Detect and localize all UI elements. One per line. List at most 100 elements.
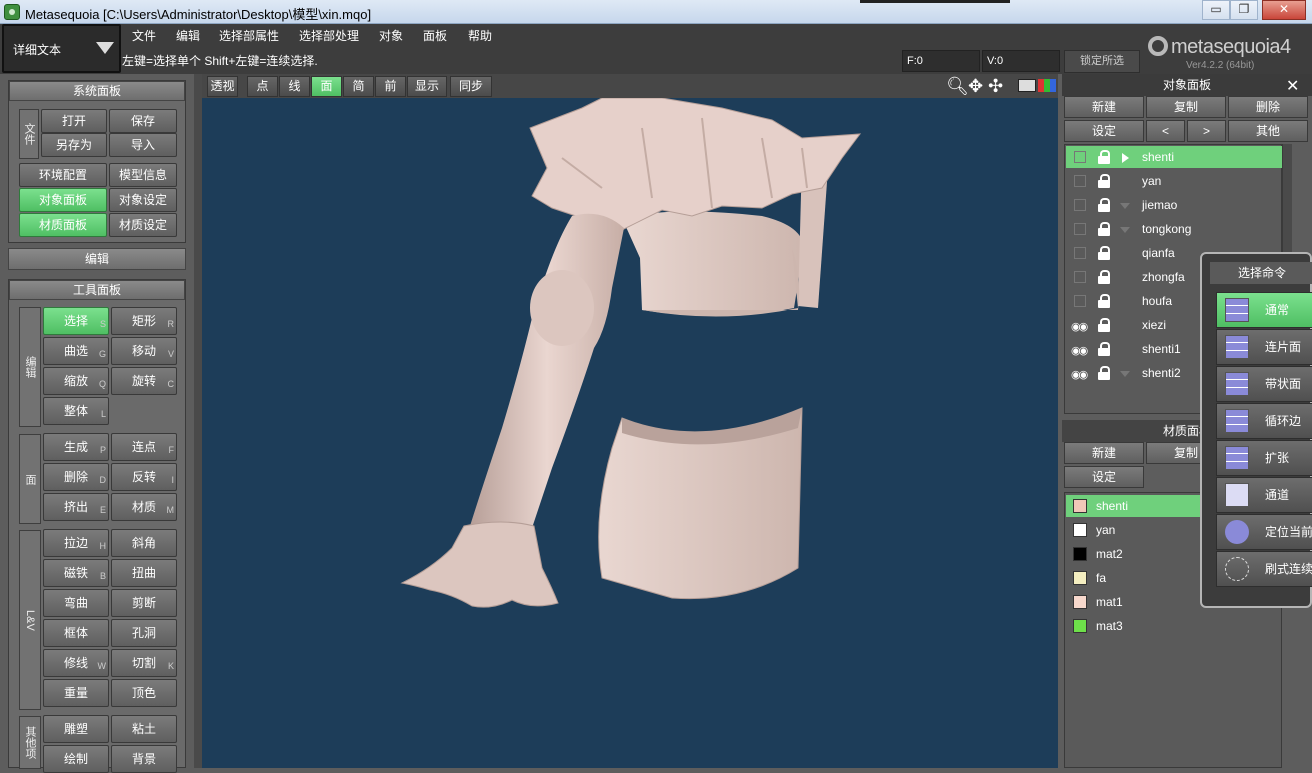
tool-button[interactable]: 修线 W [43,649,109,677]
selection-mode-button[interactable]: 带状面 [1216,366,1312,402]
chevron-right-icon[interactable] [1122,153,1129,163]
system-panel-title[interactable]: 系统面板 [9,81,185,101]
tool-button[interactable]: 反转 I [111,463,177,491]
save-button[interactable]: 保存 [109,109,177,133]
visibility-checkbox[interactable] [1074,151,1086,163]
selection-mode-button[interactable]: 通道 [1216,477,1312,513]
object-settings-button[interactable]: 设定 [1064,120,1144,142]
rotate-view-icon[interactable]: ✣ [988,76,1003,97]
tool-button[interactable]: 扭曲 [111,559,177,587]
tool-button[interactable]: 生成 P [43,433,109,461]
visible-eye-icon[interactable]: ◉◉ [1071,364,1088,386]
menu-file[interactable]: 文件 [123,24,165,48]
lock-icon[interactable] [1098,270,1110,284]
left-panel-scrollbar[interactable] [194,74,202,768]
object-panel-toggle[interactable]: 对象面板 [19,188,107,212]
menu-edit[interactable]: 编辑 [167,24,209,48]
menu-help[interactable]: 帮助 [459,24,501,48]
menu-selection-props[interactable]: 选择部属性 [210,24,288,48]
menu-object[interactable]: 对象 [370,24,412,48]
zoom-icon[interactable]: 🔍︎ [946,76,969,97]
tool-button[interactable]: 背景 [111,745,177,773]
tool-button[interactable]: 材质 M [111,493,177,521]
screen-layout-icon[interactable] [1018,79,1036,92]
tool-button[interactable]: 挤出 E [43,493,109,521]
close-button[interactable]: ✕ [1262,0,1306,20]
visibility-checkbox[interactable] [1074,199,1086,211]
lock-icon[interactable] [1098,294,1110,308]
lock-icon[interactable] [1098,222,1110,236]
pan-icon[interactable]: ✥ [968,76,983,97]
tool-button[interactable]: 缩放 Q [43,367,109,395]
visible-eye-icon[interactable]: ◉◉ [1071,316,1088,338]
object-next-button[interactable]: > [1187,120,1226,142]
visibility-checkbox[interactable] [1074,223,1086,235]
menu-panel[interactable]: 面板 [414,24,456,48]
mode-selector[interactable]: 详细文本 [2,24,121,73]
open-button[interactable]: 打开 [41,109,107,133]
tool-button[interactable]: 斜角 [111,529,177,557]
material-settings-button[interactable]: 设定 [1064,466,1144,488]
view-perspective[interactable]: 透视 [207,76,238,97]
tool-button[interactable]: 孔洞 [111,619,177,647]
visible-eye-icon[interactable]: ◉◉ [1071,340,1088,362]
tool-panel-title[interactable]: 工具面板 [9,280,185,300]
object-settings-button[interactable]: 对象设定 [109,188,177,212]
visibility-checkbox[interactable] [1074,175,1086,187]
3d-viewport[interactable] [202,98,1058,768]
tool-button[interactable]: 矩形 R [111,307,177,335]
selection-mode-button[interactable]: 扩张 [1216,440,1312,476]
tool-button[interactable]: 弯曲 [43,589,109,617]
view-front[interactable]: 前 [375,76,406,97]
lock-icon[interactable] [1098,198,1110,212]
tool-button[interactable]: 磁铁 B [43,559,109,587]
object-prev-button[interactable]: < [1146,120,1185,142]
visibility-checkbox[interactable] [1074,295,1086,307]
selection-mode-button[interactable]: 循环边 [1216,403,1312,439]
object-row[interactable]: yan [1066,170,1282,192]
close-icon[interactable]: ✕ [1286,76,1299,96]
object-other-button[interactable]: 其他 [1228,120,1308,142]
tool-button[interactable]: 删除 D [43,463,109,491]
object-row[interactable]: tongkong [1066,218,1282,240]
chevron-down-icon[interactable] [1120,203,1130,209]
tool-button[interactable]: 切割 K [111,649,177,677]
view-display[interactable]: 显示 [407,76,447,97]
object-row[interactable]: jiemao [1066,194,1282,216]
lock-icon[interactable] [1098,150,1110,164]
object-delete-button[interactable]: 删除 [1228,96,1308,118]
selection-mode-button[interactable]: 通常 [1216,292,1312,328]
lock-selection-button[interactable]: 锁定所选 [1064,50,1140,73]
object-new-button[interactable]: 新建 [1064,96,1144,118]
material-row[interactable]: mat3 [1066,615,1282,637]
tool-button[interactable]: 剪断 [111,589,177,617]
object-row[interactable]: shenti [1066,146,1282,168]
lock-icon[interactable] [1098,342,1110,356]
visibility-checkbox[interactable] [1074,271,1086,283]
selection-mode-button[interactable]: 刷式连续 [1216,551,1312,587]
lock-icon[interactable] [1098,174,1110,188]
visibility-checkbox[interactable] [1074,247,1086,259]
tool-button[interactable]: 雕塑 [43,715,109,743]
selection-mode-button[interactable]: 定位当前 [1216,514,1312,550]
tool-button[interactable]: 顶色 [111,679,177,707]
material-panel-toggle[interactable]: 材质面板 [19,213,107,237]
tool-button[interactable]: 重量 [43,679,109,707]
lock-icon[interactable] [1098,318,1110,332]
object-copy-button[interactable]: 复制 [1146,96,1226,118]
view-line[interactable]: 线 [279,76,310,97]
env-config-button[interactable]: 环境配置 [19,163,107,187]
restore-button[interactable]: ❐ [1230,0,1258,20]
tool-button[interactable]: 选择 S [43,307,109,335]
minimize-button[interactable]: ▭ [1202,0,1230,20]
save-as-button[interactable]: 另存为 [41,133,107,157]
tool-button[interactable]: 曲选 G [43,337,109,365]
tool-button[interactable]: 整体 L [43,397,109,425]
tool-button[interactable]: 连点 F [111,433,177,461]
view-face[interactable]: 面 [311,76,342,97]
color-display-icon[interactable] [1038,79,1056,92]
chevron-down-icon[interactable] [1120,227,1130,233]
material-settings-button[interactable]: 材质设定 [109,213,177,237]
lock-icon[interactable] [1098,246,1110,260]
view-sync[interactable]: 同步 [450,76,492,97]
